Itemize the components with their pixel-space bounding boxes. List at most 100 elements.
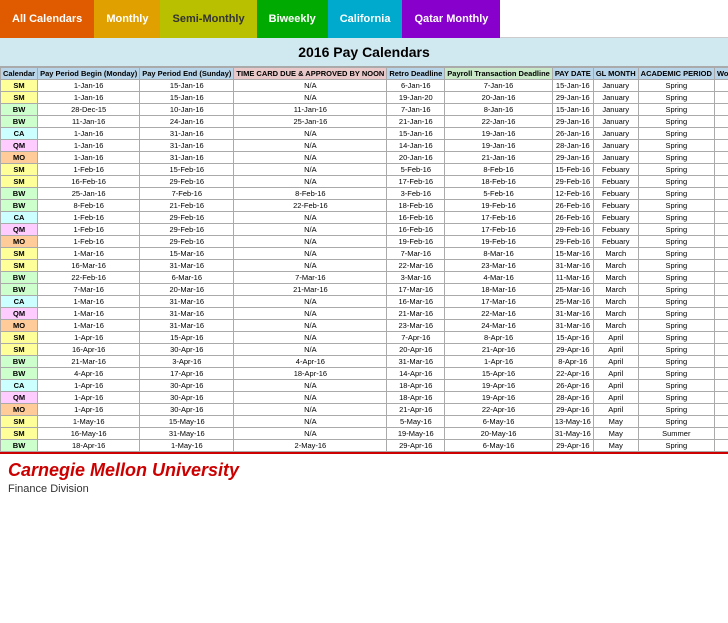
table-cell: April [593,344,638,356]
table-cell: 25-Mar-16 [552,296,593,308]
table-cell: 1-Apr-16 [38,332,140,344]
table-cell: Spring [638,80,714,92]
table-cell: MO [1,320,38,332]
table-row: QM1-Apr-1630-Apr-16N/A18-Apr-1619-Apr-16… [1,392,728,404]
table-cell: 4-Apr-16 [234,356,387,368]
table-cell: Spring [638,284,714,296]
table-cell: N/A [234,140,387,152]
table-cell: 15-Apr-16 [445,368,553,380]
table-row: MO1-Mar-1631-Mar-16N/A23-Mar-1624-Mar-16… [1,320,728,332]
table-cell: 3-Mar-16 [387,272,445,284]
table-cell: N/A [234,236,387,248]
table-cell: 10 [714,176,728,188]
nav-btn-monthly[interactable]: Monthly [94,0,160,38]
table-row: QM1-Feb-1629-Feb-16N/A16-Feb-1617-Feb-16… [1,224,728,236]
table-cell: Spring [638,224,714,236]
table-cell: Spring [638,248,714,260]
table-cell: 7-Jan-16 [387,104,445,116]
table-cell: 18-Apr-16 [38,440,140,452]
table-cell: N/A [234,332,387,344]
table-row: MO1-Feb-1629-Feb-16N/A19-Feb-1619-Feb-16… [1,236,728,248]
table-cell: Spring [638,344,714,356]
table-cell: N/A [234,404,387,416]
table-cell: SM [1,164,38,176]
table-cell: 5-Feb-16 [387,164,445,176]
nav-btn-all[interactable]: All Calendars [0,0,94,38]
table-cell: 16-Feb-16 [387,224,445,236]
table-row: SM1-May-1615-May-16N/A5-May-166-May-1613… [1,416,728,428]
table-cell: May [593,428,638,440]
table-cell: N/A [234,224,387,236]
table-cell: BW [1,440,38,452]
table-cell: N/A [234,92,387,104]
table-cell: SM [1,176,38,188]
table-cell: 6-Mar-16 [140,272,234,284]
table-cell: April [593,356,638,368]
table-row: BW11-Jan-1624-Jan-1625-Jan-1621-Jan-1622… [1,116,728,128]
table-cell: 29-Jan-16 [552,152,593,164]
table-cell: 21 [714,380,728,392]
table-cell: 15-Apr-16 [552,332,593,344]
nav-btn-semi[interactable]: Semi-Monthly [160,0,256,38]
table-cell: Spring [638,260,714,272]
table-cell: 1-Jan-16 [38,128,140,140]
table-cell: Spring [638,140,714,152]
table-cell: 3-Feb-16 [387,188,445,200]
table-row: CA1-Apr-1630-Apr-16N/A18-Apr-1619-Apr-16… [1,380,728,392]
table-cell: 29-Apr-16 [552,440,593,452]
table-cell: 17-Mar-16 [387,284,445,296]
table-cell: 6-May-16 [445,440,553,452]
table-cell: 7-Jan-16 [445,80,553,92]
table-cell: 10 [714,188,728,200]
table-cell: 11 [714,80,728,92]
table-cell: Spring [638,356,714,368]
table-cell: Spring [638,212,714,224]
table-cell: 8-Feb-16 [38,200,140,212]
table-cell: 29-Apr-16 [552,404,593,416]
table-cell: 26-Apr-16 [552,380,593,392]
table-cell: 15-Mar-16 [552,248,593,260]
table-cell: 29-Feb-16 [140,236,234,248]
table-row: SM16-May-1631-May-16N/A19-May-1620-May-1… [1,428,728,440]
table-cell: 24-Mar-16 [445,320,553,332]
col-header-workdays: Work Days in Workday [714,68,728,80]
nav-btn-biweekly[interactable]: Biweekly [257,0,328,38]
table-cell: 23-Mar-16 [445,260,553,272]
table-cell: Febuary [593,236,638,248]
table-cell: SM [1,344,38,356]
table-cell: 31-Mar-16 [387,356,445,368]
table-cell: 25-Jan-16 [234,116,387,128]
table-cell: BW [1,116,38,128]
table-cell: 1-Feb-16 [38,224,140,236]
university-name: Carnegie Mellon University [8,460,720,481]
table-cell: 1-May-16 [140,440,234,452]
table-cell: 21 [714,236,728,248]
col-header-retro: Retro Deadline [387,68,445,80]
table-cell: January [593,92,638,104]
table-cell: SM [1,92,38,104]
table-cell: 13-May-16 [552,416,593,428]
col-header-academic: ACADEMIC PERIOD [638,68,714,80]
table-cell: 22-Apr-16 [445,404,553,416]
table-cell: 28-Jan-16 [552,140,593,152]
table-cell: 21 [714,404,728,416]
table-cell: 12 [714,260,728,272]
table-cell: SM [1,332,38,344]
table-cell: N/A [234,128,387,140]
table-cell: N/A [234,80,387,92]
table-cell: January [593,128,638,140]
table-cell: N/A [234,296,387,308]
table-cell: 18-Feb-16 [387,200,445,212]
table-cell: 15-Feb-16 [140,164,234,176]
table-cell: 10 [714,356,728,368]
table-cell: 16-Apr-16 [38,344,140,356]
table-row: CA1-Jan-1631-Jan-16N/A15-Jan-1619-Jan-16… [1,128,728,140]
table-cell: 30-Apr-16 [140,344,234,356]
nav-btn-qatar[interactable]: Qatar Monthly [402,0,500,38]
table-cell: 22-Mar-16 [445,308,553,320]
nav-btn-california[interactable]: California [328,0,403,38]
table-cell: 20-Mar-16 [140,284,234,296]
table-cell: 5-Feb-16 [445,188,553,200]
table-row: MO1-Apr-1630-Apr-16N/A21-Apr-1622-Apr-16… [1,404,728,416]
table-cell: 31-Mar-16 [552,260,593,272]
